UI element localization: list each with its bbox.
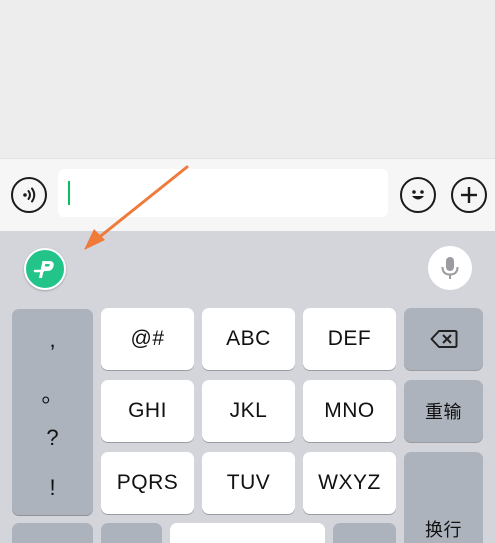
key-jkl[interactable]: JKL bbox=[202, 380, 295, 442]
chat-area bbox=[0, 0, 495, 158]
key-ghi[interactable]: GHI bbox=[101, 380, 194, 442]
more-button[interactable] bbox=[451, 177, 487, 213]
smiley-icon bbox=[412, 190, 424, 200]
space-key[interactable] bbox=[170, 523, 325, 543]
voice-input-button[interactable] bbox=[428, 246, 472, 290]
text-caret bbox=[68, 181, 70, 205]
punctuation-question[interactable]: ? bbox=[12, 425, 93, 451]
emoji-button[interactable] bbox=[400, 177, 436, 213]
key-def[interactable]: DEF bbox=[303, 308, 396, 370]
keyboard-toolbar bbox=[0, 231, 495, 306]
backspace-key[interactable] bbox=[404, 308, 483, 370]
voice-wave-icon bbox=[23, 187, 36, 203]
punctuation-comma[interactable]: , bbox=[12, 327, 93, 353]
key-symbols[interactable]: @# bbox=[101, 308, 194, 370]
reenter-key[interactable]: 重输 bbox=[404, 380, 483, 442]
voice-toggle-button[interactable] bbox=[11, 177, 47, 213]
key-abc[interactable]: ABC bbox=[202, 308, 295, 370]
key-pqrs[interactable]: PQRS bbox=[101, 452, 194, 514]
switch-key[interactable] bbox=[12, 523, 93, 543]
emoji-key[interactable] bbox=[101, 523, 162, 543]
key-tuv[interactable]: TUV bbox=[202, 452, 295, 514]
language-key[interactable] bbox=[333, 523, 396, 543]
punctuation-period[interactable]: 。 bbox=[12, 377, 93, 409]
plus-icon bbox=[461, 187, 477, 203]
p-logo-icon bbox=[33, 261, 54, 278]
message-input[interactable] bbox=[58, 169, 388, 217]
backspace-icon bbox=[430, 330, 457, 348]
microphone-icon bbox=[441, 257, 459, 279]
keyboard: , 。 ? ! @# ABC DEF GHI JKL MNO 重输 PQRS T… bbox=[0, 231, 495, 543]
input-bar bbox=[0, 158, 495, 231]
newline-label: 换行 bbox=[425, 520, 462, 541]
punctuation-exclamation[interactable]: ! bbox=[12, 475, 93, 501]
keyboard-logo-button[interactable] bbox=[24, 248, 66, 290]
punctuation-column: , 。 ? ! bbox=[12, 309, 93, 515]
key-wxyz[interactable]: WXYZ bbox=[303, 452, 396, 514]
key-mno[interactable]: MNO bbox=[303, 380, 396, 442]
newline-key[interactable]: 换行 bbox=[404, 452, 483, 543]
